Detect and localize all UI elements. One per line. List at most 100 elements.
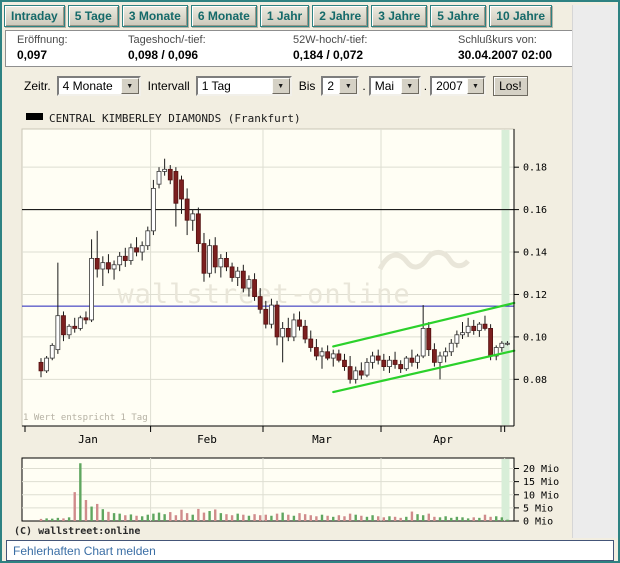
price-tick-label: 0.12: [523, 290, 547, 301]
candle-body: [314, 348, 318, 356]
month-select[interactable]: Mai ▼: [369, 76, 421, 96]
tab-3-monate[interactable]: 3 Monate: [122, 5, 188, 27]
volume-bar: [113, 513, 115, 521]
candle-body: [477, 324, 481, 330]
volume-bar: [57, 518, 59, 521]
year-select[interactable]: 2007 ▼: [430, 76, 486, 96]
price-tick-label: 0.16: [523, 205, 547, 216]
price-tick-label: 0.18: [523, 163, 547, 174]
volume-bar: [152, 514, 154, 521]
candle-body: [163, 169, 167, 171]
week52-high-low-label: 52W-hoch/-tief:: [293, 34, 447, 46]
volume-bar: [506, 520, 508, 521]
volume-bar: [495, 516, 497, 521]
intervall-label: Intervall: [148, 79, 190, 93]
go-button[interactable]: Los!: [493, 76, 528, 96]
candle-body: [320, 352, 324, 356]
candle-body: [275, 305, 279, 337]
candle-body: [106, 263, 110, 269]
volume-bar: [366, 517, 368, 521]
chevron-down-icon[interactable]: ▼: [272, 78, 290, 94]
period-tabbar: Intraday 5 Tage 3 Monate 6 Monate 1 Jahr…: [2, 2, 618, 29]
candle-body: [489, 328, 493, 356]
tab-intraday[interactable]: Intraday: [4, 5, 65, 27]
candle-body: [208, 246, 212, 274]
candle-body: [90, 258, 94, 320]
quote-info-panel: Eröffnung: 0,097 Tageshoch/-tief: 0,098 …: [5, 30, 615, 67]
volume-bar: [203, 513, 205, 521]
volume-bar: [237, 514, 239, 521]
candle-body: [461, 333, 465, 335]
tab-3-jahre[interactable]: 3 Jahre: [371, 5, 427, 27]
candle-body: [472, 326, 476, 330]
date-separator: .: [424, 79, 427, 93]
candle-body: [135, 248, 139, 252]
zeitraum-select[interactable]: 4 Monate ▼: [57, 76, 141, 96]
volume-bar: [461, 517, 463, 521]
zeitraum-selected-value: 4 Monate: [59, 78, 121, 94]
chevron-down-icon[interactable]: ▼: [121, 78, 139, 94]
day-high-low-value: 0,098 / 0,096: [128, 48, 282, 62]
volume-bar: [225, 514, 227, 521]
year-selected-value: 2007: [432, 78, 467, 94]
candle-body: [185, 199, 189, 220]
volume-bar: [478, 518, 480, 521]
volume-bar: [253, 514, 255, 521]
candle-body: [196, 214, 200, 244]
candle-body: [292, 320, 296, 337]
tab-5-jahre[interactable]: 5 Jahre: [430, 5, 486, 27]
candle-body: [129, 248, 133, 261]
candle-body: [455, 335, 459, 343]
volume-bar: [399, 518, 401, 521]
volume-bar: [248, 516, 250, 521]
candle-body: [281, 328, 285, 336]
candle-body: [421, 328, 425, 356]
chevron-down-icon[interactable]: ▼: [401, 78, 419, 94]
report-faulty-chart-link[interactable]: Fehlerhaften Chart melden: [13, 544, 156, 558]
candle-body: [416, 356, 420, 362]
candle-body: [387, 360, 391, 366]
candle-body: [410, 358, 414, 362]
chart-controls: Zeitr. 4 Monate ▼ Intervall 1 Tag ▼ Bis …: [2, 67, 618, 99]
intervall-select[interactable]: 1 Tag ▼: [196, 76, 292, 96]
candle-body: [404, 358, 408, 369]
volume-bar: [304, 514, 306, 521]
tab-2-jahre[interactable]: 2 Jahre: [312, 5, 368, 27]
candle-body: [56, 316, 60, 350]
date-separator: .: [362, 79, 365, 93]
volume-bar: [141, 516, 143, 521]
candle-body: [140, 246, 144, 252]
day-select[interactable]: 2 ▼: [321, 76, 359, 96]
candle-body: [213, 246, 217, 267]
candle-body: [67, 326, 71, 334]
tab-5-tage[interactable]: 5 Tage: [68, 5, 119, 27]
volume-bar: [501, 517, 503, 521]
volume-bar: [281, 513, 283, 521]
candle-body: [95, 258, 99, 269]
tab-1-jahr[interactable]: 1 Jahr: [260, 5, 309, 27]
volume-bar: [192, 515, 194, 521]
legend-swatch: [26, 113, 43, 120]
candle-body: [466, 326, 470, 332]
price-tick-label: 0.08: [523, 375, 547, 386]
chevron-down-icon[interactable]: ▼: [339, 78, 357, 94]
chevron-down-icon[interactable]: ▼: [467, 78, 484, 94]
volume-bar: [51, 519, 53, 521]
volume-bar: [276, 514, 278, 521]
candle-body: [449, 343, 453, 351]
volume-bar: [242, 515, 244, 521]
candle-body: [191, 214, 195, 220]
candle-body: [444, 352, 448, 356]
tab-6-monate[interactable]: 6 Monate: [191, 5, 257, 27]
volume-bar: [265, 515, 267, 521]
volume-bar: [74, 492, 76, 521]
open-field: Eröffnung: 0,097: [6, 34, 117, 62]
volume-bar: [102, 509, 104, 521]
price-tick-label: 0.14: [523, 248, 547, 259]
volume-bar: [62, 518, 64, 521]
volume-bar: [411, 512, 413, 521]
volume-bar: [338, 515, 340, 521]
volume-bar: [90, 507, 92, 521]
volume-bar: [186, 513, 188, 521]
tab-10-jahre[interactable]: 10 Jahre: [489, 5, 552, 27]
